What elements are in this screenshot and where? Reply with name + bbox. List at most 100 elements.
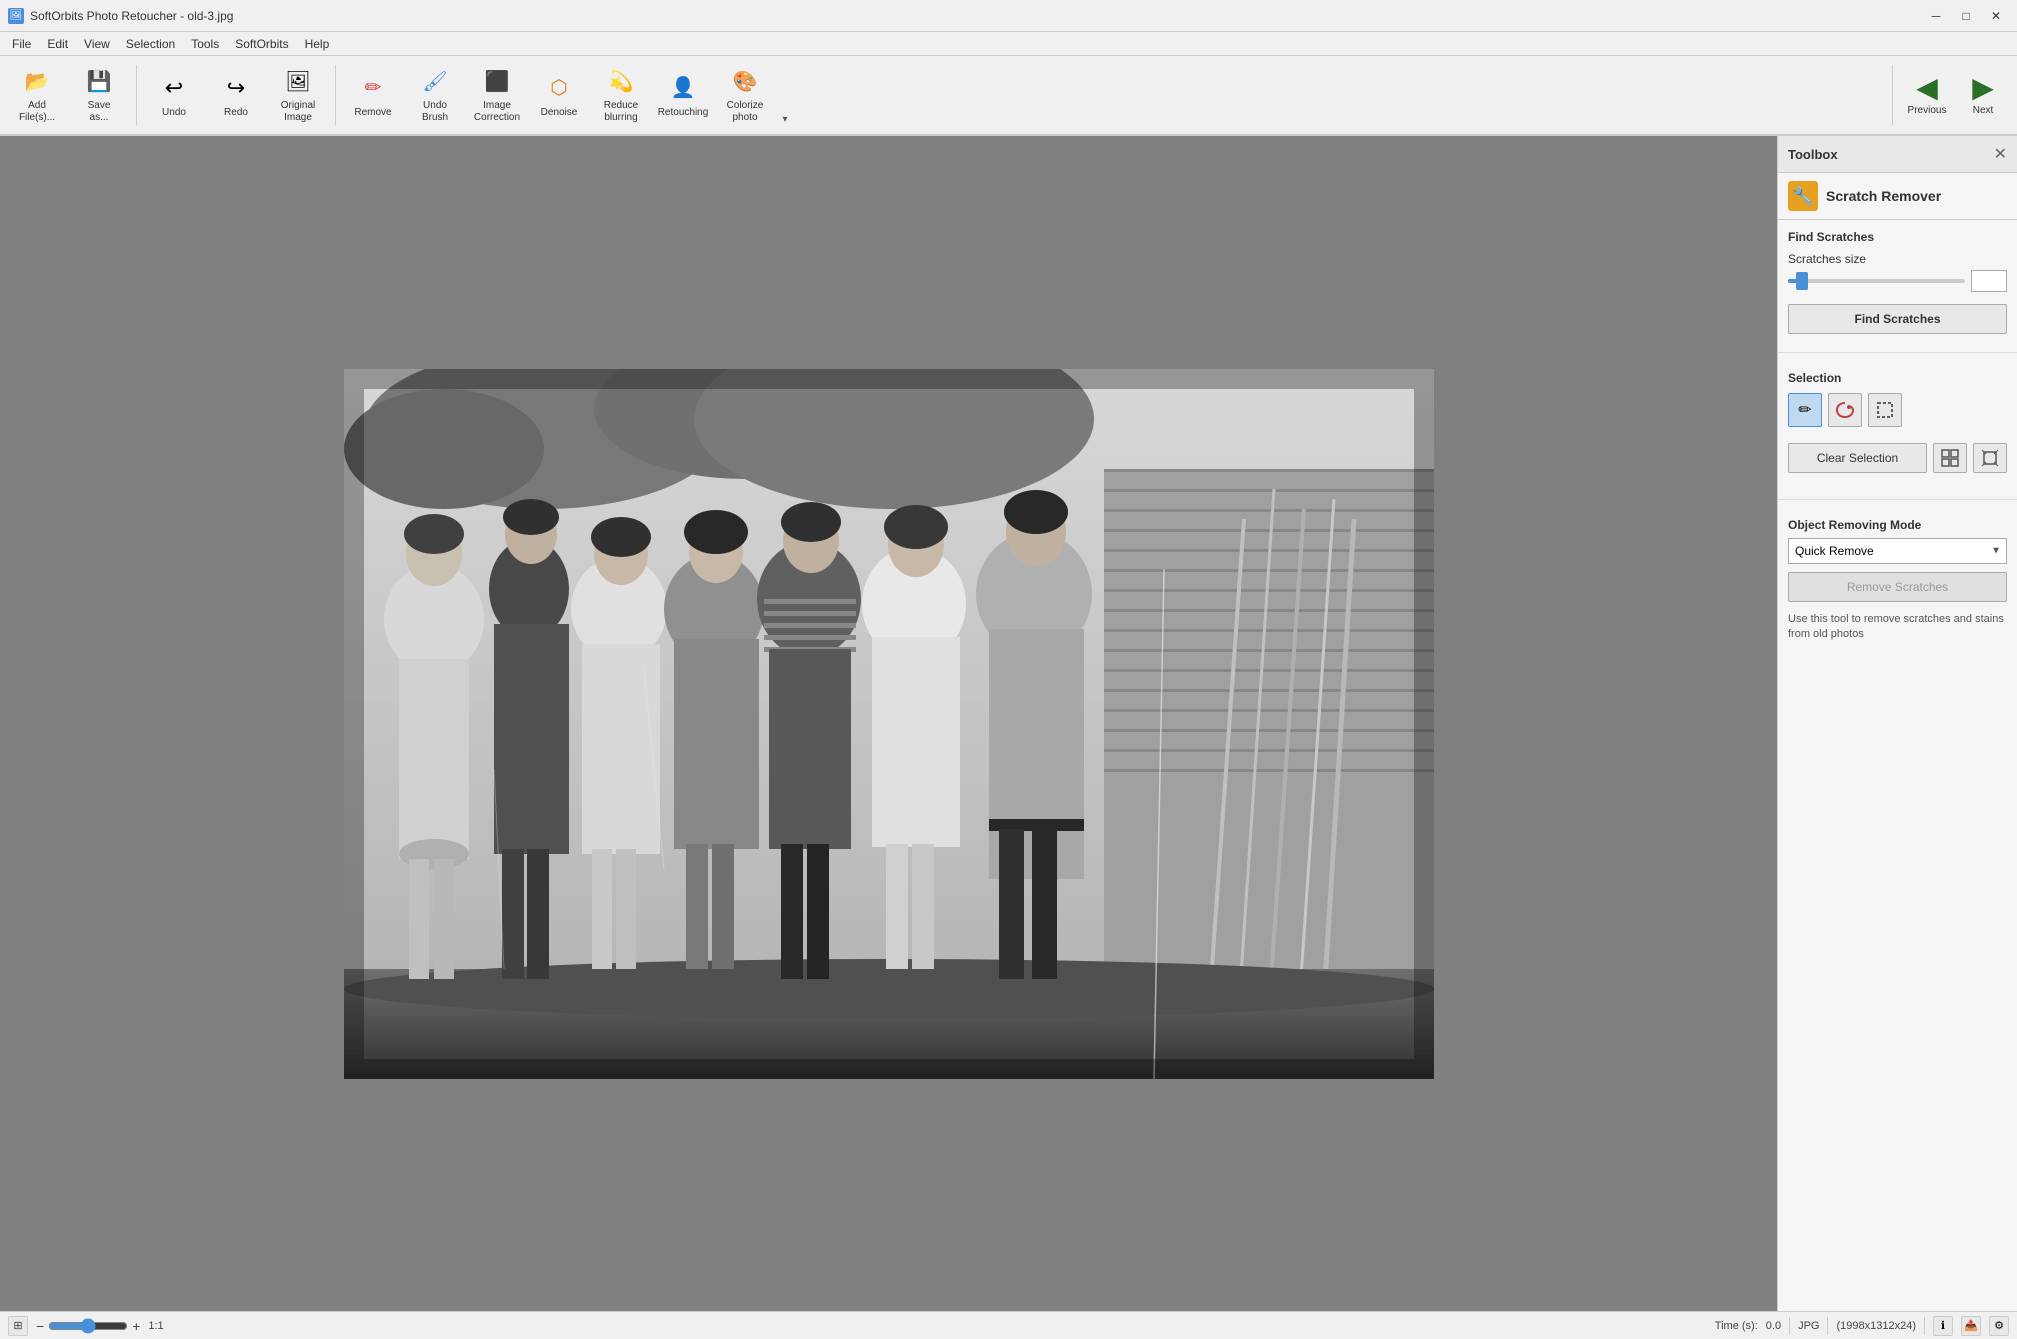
share-button[interactable]: 📤: [1961, 1316, 1981, 1336]
window-title: SoftOrbits Photo Retoucher - old-3.jpg: [30, 9, 233, 23]
add-files-button[interactable]: 📂 AddFile(s)...: [8, 61, 66, 129]
minimize-button[interactable]: ─: [1923, 6, 1949, 26]
toolbox-title: Toolbox: [1788, 147, 1838, 162]
info-button[interactable]: ℹ: [1933, 1316, 1953, 1336]
remove-icon: ✏: [357, 72, 389, 104]
pencil-tool-button[interactable]: ✏: [1788, 393, 1822, 427]
canvas-area[interactable]: [0, 136, 1777, 1311]
add-files-label: AddFile(s)...: [19, 100, 55, 124]
maximize-button[interactable]: □: [1953, 6, 1979, 26]
image-correction-label: ImageCorrection: [474, 100, 520, 124]
undo-icon: ↩: [158, 72, 190, 104]
previous-label: Previous: [1908, 105, 1947, 116]
menu-tools[interactable]: Tools: [183, 35, 227, 53]
reduce-blurring-icon: 💫: [605, 66, 637, 97]
previous-icon: ◀: [1916, 74, 1938, 102]
undo-button[interactable]: ↩ Undo: [145, 61, 203, 129]
toolbar-separator-3: [1892, 65, 1893, 125]
colorize-label: Colorizephoto: [727, 100, 764, 124]
toolbox-close-button[interactable]: ✕: [1994, 144, 2007, 164]
settings-button[interactable]: ⚙: [1989, 1316, 2009, 1336]
mode-select-wrap: Quick Remove Inpainting Smart Fill ▼: [1788, 538, 2007, 564]
retouching-button[interactable]: 👤 Retouching: [654, 61, 712, 129]
slider-track: [1788, 279, 1965, 283]
menu-softorbits[interactable]: SoftOrbits: [227, 35, 296, 53]
more-button[interactable]: ▾: [778, 61, 792, 129]
close-button[interactable]: ✕: [1983, 6, 2009, 26]
scratches-size-row: 5: [1788, 270, 2007, 292]
photo-svg: [344, 369, 1434, 1079]
denoise-icon: ⬡: [543, 72, 575, 104]
find-scratches-section: Find Scratches Scratches size 5 Find Scr…: [1778, 220, 2017, 344]
object-removing-section: Object Removing Mode Quick Remove Inpain…: [1778, 508, 2017, 653]
object-removing-title: Object Removing Mode: [1788, 518, 2007, 532]
mode-select[interactable]: Quick Remove Inpainting Smart Fill: [1788, 538, 2007, 564]
previous-button[interactable]: ◀ Previous: [1901, 61, 1953, 129]
clear-selection-row: Clear Selection: [1788, 443, 2007, 473]
find-scratches-title: Find Scratches: [1788, 230, 2007, 244]
expand-icon: [1941, 449, 1959, 467]
denoise-button[interactable]: ⬡ Denoise: [530, 61, 588, 129]
expand-selection-button[interactable]: [1933, 443, 1967, 473]
help-text: Use this tool to remove scratches and st…: [1788, 612, 2007, 643]
find-scratches-button[interactable]: Find Scratches: [1788, 304, 2007, 334]
toolbar: 📂 AddFile(s)... 💾 Saveas... ↩ Undo ↪ Red…: [0, 56, 2017, 136]
photo-display: [344, 369, 1434, 1079]
time-label: Time (s):: [1715, 1320, 1758, 1332]
scratches-size-value[interactable]: 5: [1971, 270, 2007, 292]
remove-label: Remove: [354, 107, 391, 119]
redo-icon: ↪: [220, 72, 252, 104]
divider-1: [1778, 352, 2017, 353]
contract-icon: [1981, 449, 1999, 467]
menu-edit[interactable]: Edit: [39, 35, 76, 53]
zoom-control: − +: [36, 1318, 140, 1334]
lasso-tool-button[interactable]: [1828, 393, 1862, 427]
fit-view-button[interactable]: ⊞: [8, 1316, 28, 1336]
title-bar: 🖼 SoftOrbits Photo Retoucher - old-3.jpg…: [0, 0, 2017, 32]
time-value: 0.0: [1766, 1320, 1781, 1332]
undo-brush-icon: 🖌: [419, 66, 451, 97]
reduce-blurring-button[interactable]: 💫 Reduceblurring: [592, 61, 650, 129]
zoom-value: 1:1: [148, 1320, 163, 1332]
retouching-icon: 👤: [667, 72, 699, 104]
next-icon: ▶: [1972, 74, 1994, 102]
selection-section: Selection ✏ Clear Selection: [1778, 361, 2017, 491]
redo-label: Redo: [224, 107, 248, 119]
toolbox-header: Toolbox ✕: [1778, 136, 2017, 173]
colorize-icon: 🎨: [729, 66, 761, 97]
contract-selection-button[interactable]: [1973, 443, 2007, 473]
window-controls: ─ □ ✕: [1923, 6, 2009, 26]
scratch-remover-header: 🔧 Scratch Remover: [1778, 173, 2017, 220]
toolbar-separator-2: [335, 65, 336, 125]
undo-brush-label: UndoBrush: [422, 100, 448, 124]
denoise-label: Denoise: [541, 107, 578, 119]
save-as-icon: 💾: [83, 66, 115, 97]
save-as-button[interactable]: 💾 Saveas...: [70, 61, 128, 129]
lasso-icon: [1835, 400, 1855, 420]
undo-brush-button[interactable]: 🖌 UndoBrush: [406, 61, 464, 129]
next-button[interactable]: ▶ Next: [1957, 61, 2009, 129]
clear-selection-button[interactable]: Clear Selection: [1788, 443, 1927, 473]
menu-file[interactable]: File: [4, 35, 39, 53]
menu-help[interactable]: Help: [297, 35, 338, 53]
rect-select-button[interactable]: [1868, 393, 1902, 427]
menu-view[interactable]: View: [76, 35, 118, 53]
colorize-button[interactable]: 🎨 Colorizephoto: [716, 61, 774, 129]
selection-title: Selection: [1788, 371, 2007, 385]
scratch-remover-title: Scratch Remover: [1826, 188, 1941, 204]
zoom-slider[interactable]: [48, 1320, 128, 1332]
slider-thumb[interactable]: [1796, 272, 1808, 290]
original-image-button[interactable]: 🖼 OriginalImage: [269, 61, 327, 129]
main-area: Toolbox ✕ 🔧 Scratch Remover Find Scratch…: [0, 136, 2017, 1311]
image-correction-button[interactable]: ⬛ ImageCorrection: [468, 61, 526, 129]
remove-scratches-button[interactable]: Remove Scratches: [1788, 572, 2007, 602]
menu-bar: File Edit View Selection Tools SoftOrbit…: [0, 32, 2017, 56]
remove-button[interactable]: ✏ Remove: [344, 61, 402, 129]
image-correction-icon: ⬛: [481, 66, 513, 97]
original-image-label: OriginalImage: [281, 100, 315, 124]
redo-button[interactable]: ↪ Redo: [207, 61, 265, 129]
menu-selection[interactable]: Selection: [118, 35, 183, 53]
save-as-label: Saveas...: [88, 100, 111, 124]
scratches-size-label: Scratches size: [1788, 252, 2007, 266]
status-separator-2: [1827, 1317, 1828, 1335]
